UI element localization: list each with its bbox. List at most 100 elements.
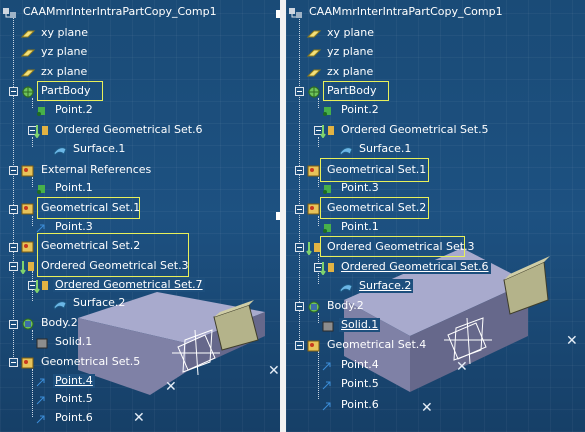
point-icon: [320, 220, 336, 234]
collapse-gs1-icon[interactable]: [9, 205, 18, 214]
highlight-box: [37, 233, 189, 277]
collapse-gs4-icon[interactable]: [295, 341, 304, 350]
solid-icon: [34, 335, 50, 349]
tree-node-surface-1[interactable]: Surface.1: [52, 140, 127, 158]
plane-icon: [306, 65, 322, 79]
right-viewer: ✕ ✕ ✕ CAAMmrInterIntraPartCopy_Comp1 xy …: [286, 0, 585, 432]
resize-handle[interactable]: [276, 10, 280, 18]
body-icon: [306, 299, 322, 313]
geoset-icon: [20, 163, 36, 177]
geoset-icon: [20, 201, 36, 215]
tree-node-surface-2[interactable]: Surface.2: [338, 277, 414, 295]
ordered-geoset-icon: [20, 259, 36, 275]
tree-node-ordered-geometrical-set-6[interactable]: Ordered Geometrical Set.6: [320, 258, 491, 276]
tree-node-ordered-geometrical-set-6[interactable]: Ordered Geometrical Set.6: [34, 121, 205, 139]
point-marker-icon: ✕: [566, 333, 578, 349]
tree-node-ordered-geometrical-set-5[interactable]: Ordered Geometrical Set.5: [320, 121, 491, 139]
geoset-icon: [20, 239, 36, 253]
point-icon: [34, 220, 50, 234]
tree-node-xy-plane[interactable]: xy plane: [306, 24, 376, 42]
collapse-gs2-icon[interactable]: [295, 205, 304, 214]
highlight-box: [320, 236, 465, 257]
point-icon: [34, 181, 50, 195]
point-icon: [34, 392, 50, 406]
point-icon: [320, 103, 336, 117]
point-marker-icon: ✕: [456, 359, 468, 375]
highlight-box: [37, 197, 140, 219]
collapse-gs1-icon[interactable]: [295, 166, 304, 175]
product-icon: [2, 5, 18, 19]
tree-node-point-1[interactable]: Point.1: [34, 179, 95, 197]
tree-node-surface-2[interactable]: Surface.2: [52, 294, 127, 312]
tree-node-point-5[interactable]: Point.5: [34, 390, 95, 408]
surface-icon: [338, 279, 354, 293]
ordered-geoset-icon: [34, 123, 50, 139]
tree-node-point-4[interactable]: Point.4: [34, 372, 95, 390]
tree-node-solid-1[interactable]: Solid.1: [320, 316, 381, 334]
collapse-partbody-icon[interactable]: [295, 87, 304, 96]
point-icon: [320, 398, 336, 412]
tree-node-point-2[interactable]: Point.2: [34, 101, 95, 119]
tree-node-point-5[interactable]: Point.5: [320, 375, 381, 393]
highlight-box: [37, 81, 103, 101]
tree-root[interactable]: CAAMmrInterIntraPartCopy_Comp1: [288, 3, 505, 21]
point-icon: [34, 374, 50, 388]
tree-node-surface-1[interactable]: Surface.1: [338, 140, 413, 158]
tree-root-label: CAAMmrInterIntraPartCopy_Comp1: [23, 5, 217, 18]
point-icon: [320, 358, 336, 372]
collapse-body2-icon[interactable]: [9, 320, 18, 329]
tree-node-point-1[interactable]: Point.1: [320, 218, 381, 236]
resize-handle[interactable]: [276, 212, 280, 220]
tree-node-yz-plane[interactable]: yz plane: [306, 43, 375, 61]
collapse-body2-icon[interactable]: [295, 302, 304, 311]
ordered-geoset-icon: [34, 278, 50, 294]
tree-root[interactable]: CAAMmrInterIntraPartCopy_Comp1: [2, 3, 219, 21]
tree-node-zx-plane[interactable]: zx plane: [306, 63, 375, 81]
plane-icon: [306, 26, 322, 40]
tree-node-solid-1[interactable]: Solid.1: [34, 333, 94, 351]
body-icon: [20, 316, 36, 330]
ordered-geoset-icon: [320, 123, 336, 139]
highlight-box: [323, 81, 389, 101]
tree-node-external-references[interactable]: External References: [20, 161, 153, 179]
point-icon: [320, 377, 336, 391]
collapse-gs2-icon[interactable]: [9, 243, 18, 252]
tree-node-yz-plane[interactable]: yz plane: [20, 43, 89, 61]
collapse-gs5-icon[interactable]: [9, 358, 18, 367]
point-icon: [34, 411, 50, 425]
tree-node-zx-plane[interactable]: zx plane: [20, 63, 89, 81]
tree-node-point-4[interactable]: Point.4: [320, 356, 381, 374]
tree-node-point-3[interactable]: Point.3: [320, 179, 381, 197]
geoset-icon: [20, 355, 36, 369]
tree-node-body-2[interactable]: Body.2: [306, 297, 366, 315]
left-viewer: ✕ ✕ ✕ CAAMmrInterIntraPartCopy_Comp1 xy …: [0, 0, 280, 432]
highlight-box: [320, 197, 429, 219]
tree-node-xy-plane[interactable]: xy plane: [20, 24, 90, 42]
point-marker-icon: ✕: [133, 410, 145, 426]
partbody-icon: [20, 84, 36, 98]
collapse-ogs3-icon[interactable]: [9, 262, 18, 271]
point-marker-icon: ✕: [165, 379, 177, 395]
partbody-icon: [306, 84, 322, 98]
tree-node-point-6[interactable]: Point.6: [320, 396, 381, 414]
collapse-partbody-icon[interactable]: [9, 87, 18, 96]
collapse-ogs3-icon[interactable]: [295, 243, 304, 252]
surface-icon: [338, 142, 354, 156]
plane-icon: [20, 65, 36, 79]
ordered-geoset-icon: [320, 260, 336, 276]
product-icon: [288, 5, 304, 19]
tree-node-point-2[interactable]: Point.2: [320, 101, 381, 119]
plane-icon: [20, 45, 36, 59]
tree-node-geometrical-set-4[interactable]: Geometrical Set.4: [306, 336, 428, 354]
collapse-extref-icon[interactable]: [9, 166, 18, 175]
point-icon: [34, 103, 50, 117]
tree-node-ordered-geometrical-set-7[interactable]: Ordered Geometrical Set.7: [34, 276, 205, 294]
tree-node-point-6[interactable]: Point.6: [34, 409, 95, 427]
plane-icon: [20, 26, 36, 40]
point-icon: [320, 181, 336, 195]
tree-node-geometrical-set-5[interactable]: Geometrical Set.5: [20, 353, 142, 371]
point-marker-icon: ✕: [268, 363, 280, 379]
solid-icon: [320, 318, 336, 332]
plane-icon: [306, 45, 322, 59]
tree-node-body-2[interactable]: Body.2: [20, 314, 80, 332]
